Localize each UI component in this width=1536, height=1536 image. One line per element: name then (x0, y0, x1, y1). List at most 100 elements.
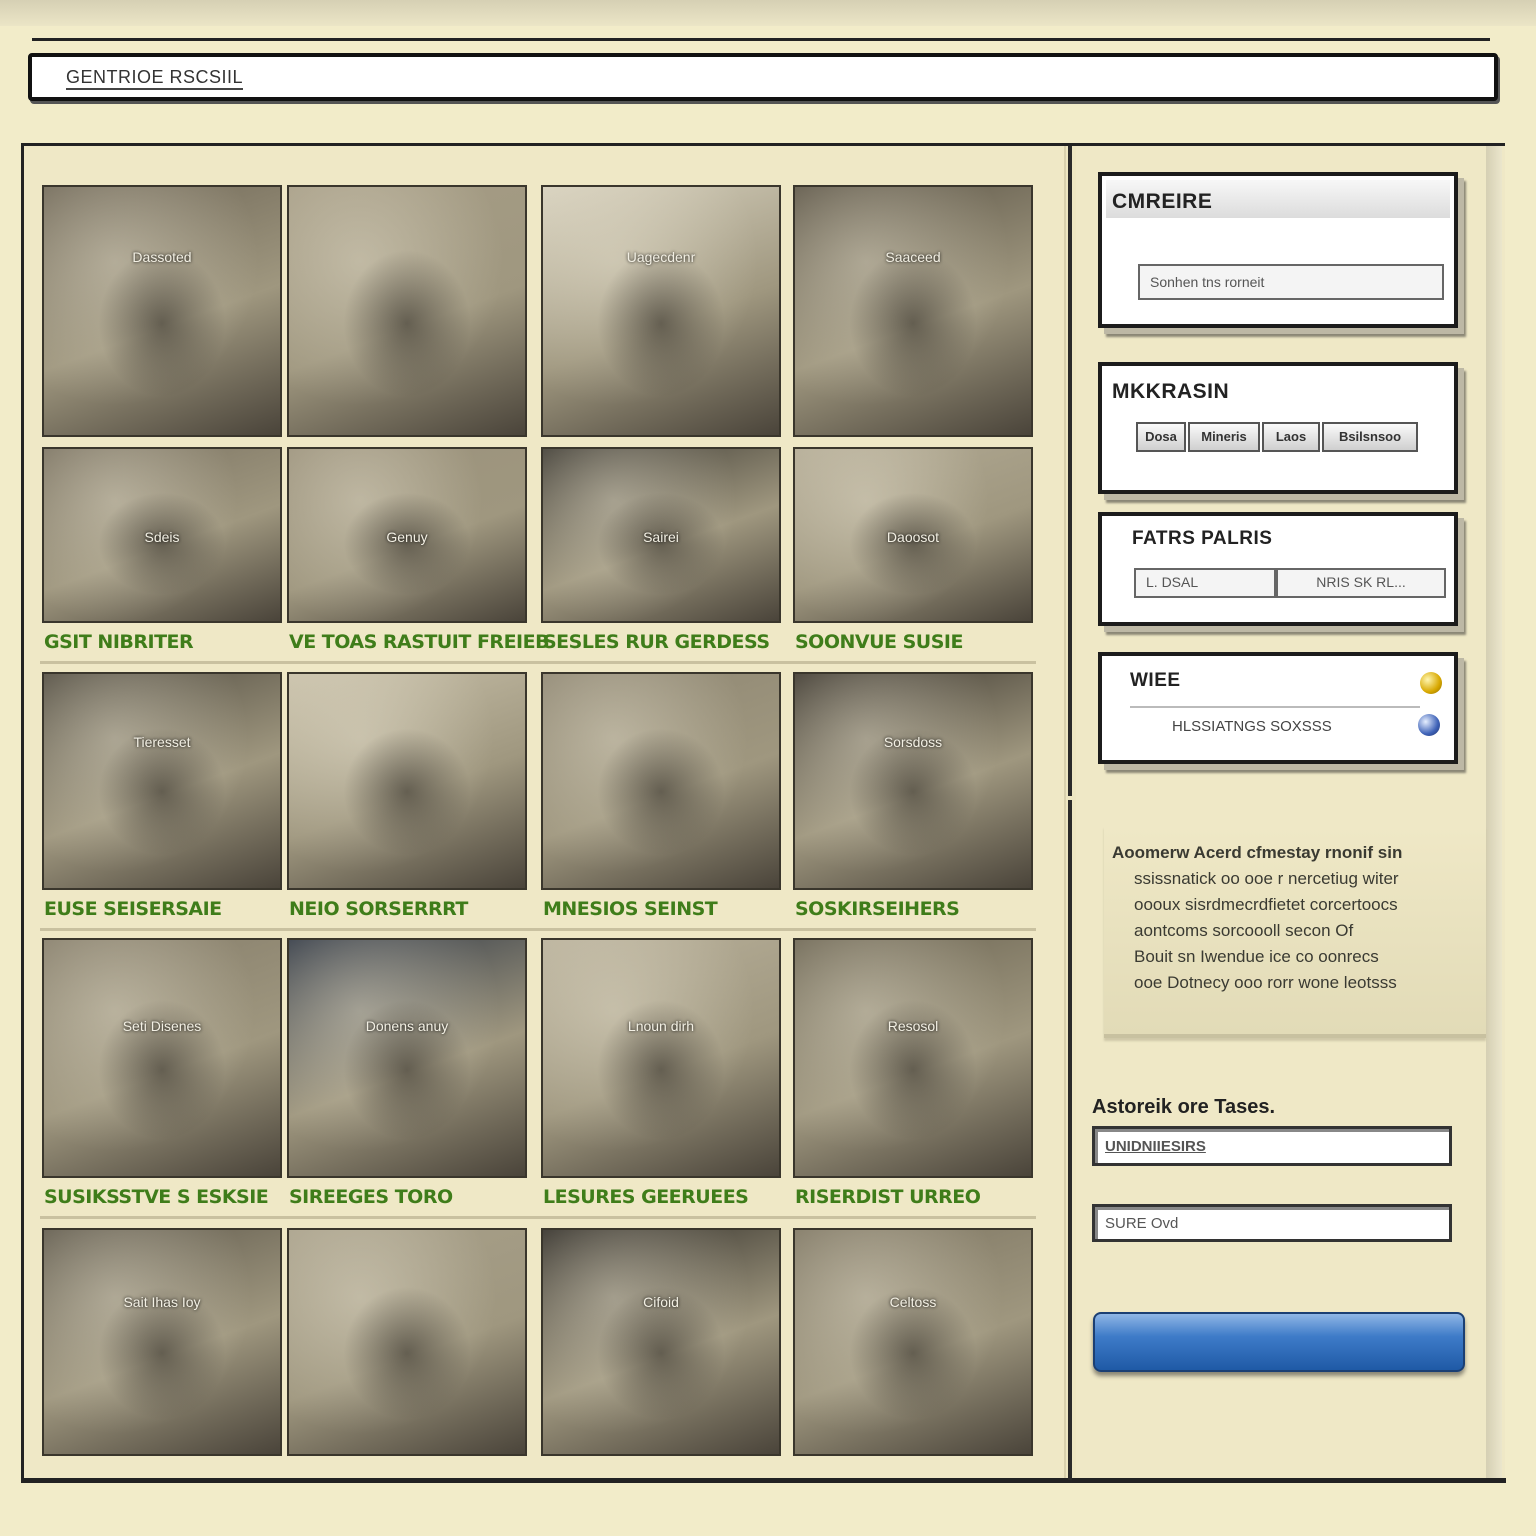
gallery-photo-tile[interactable]: Sorsdoss (793, 672, 1033, 890)
gallery-photo-tile[interactable] (287, 1228, 527, 1456)
gallery-item-title[interactable]: VE TOAS RASTUIT FREIEB (289, 631, 550, 653)
panel3-option-2[interactable]: NRIS SK RL... (1276, 568, 1446, 598)
photo-caption: Seti Disenes (122, 1018, 202, 1034)
vintage-photo (543, 187, 779, 435)
gallery-item-title[interactable]: NEIO SORSERRRT (289, 898, 539, 920)
gallery-item-title[interactable]: SIREEGES TORO (289, 1186, 539, 1208)
info-note: Aoomerw Acerd cfmestay rnonif sin ssissn… (1104, 826, 1486, 1038)
column-divider-line-lower (1068, 800, 1072, 1480)
gallery-photo-tile[interactable]: Sdeis (42, 447, 282, 623)
photo-caption: Dassoted (132, 249, 192, 265)
gallery-item-title[interactable]: MNESIOS SEINST (543, 898, 793, 920)
segment-button-2[interactable]: Mineris (1188, 422, 1260, 452)
column-divider-line (1068, 146, 1072, 796)
photo-caption: Celtoss (889, 1294, 937, 1310)
gallery-item-title[interactable]: GSIT NIBRITER (44, 631, 294, 653)
info-note-text: Aoomerw Acerd cfmestay rnonif sin ssissn… (1112, 840, 1482, 996)
segment-button-1[interactable]: Dosa (1136, 422, 1186, 452)
photo-caption: Sait Ihas Ioy (123, 1294, 201, 1310)
gallery-photo-tile[interactable]: Genuy (287, 447, 527, 623)
gallery-photo-tile[interactable]: Resosol (793, 938, 1033, 1178)
gallery-photo-tile[interactable] (287, 185, 527, 437)
vintage-photo (795, 674, 1031, 888)
form-input-1-value: UNIDNIIESIRS (1105, 1138, 1206, 1155)
submit-button[interactable] (1093, 1312, 1465, 1372)
note-line: ooe Dotnecy ooo rorr wone leotsss (1134, 973, 1397, 992)
vintage-photo (44, 187, 280, 435)
gallery-photo-tile[interactable] (287, 672, 527, 890)
gallery-row-separator (40, 1216, 1036, 1219)
gallery-photo-tile[interactable]: Cifoid (541, 1228, 781, 1456)
gallery-photo-tile[interactable]: Daoosot (793, 447, 1033, 623)
note-line: aontcoms sorcoooll secon Of (1134, 921, 1354, 940)
globe-icon[interactable] (1418, 714, 1440, 736)
photo-caption: Cifoid (643, 1294, 679, 1310)
panel-wiee: WIEE HLSSIATNGS SOXSSS (1098, 652, 1458, 764)
address-text: GENTRIOE RSCSIIL (66, 67, 244, 90)
vintage-photo (543, 1230, 779, 1454)
panel-cmreire: CMREIRE Sonhen tns rorneit (1098, 172, 1458, 328)
form-input-2[interactable]: SURE Ovd (1092, 1204, 1452, 1242)
form-input-2-value: SURE Ovd (1105, 1215, 1179, 1232)
vintage-photo (289, 1230, 525, 1454)
gallery-photo-tile[interactable]: Uagecdenr (541, 185, 781, 437)
panel-title: WIEE (1130, 670, 1181, 691)
vintage-photo (289, 940, 525, 1176)
status-yellow-icon[interactable] (1420, 672, 1442, 694)
panel3-option-1[interactable]: L. DSAL (1134, 568, 1276, 598)
gallery-item-title[interactable]: SESLES RUR GERDESS (543, 631, 793, 653)
panel4-subtext: HLSSIATNGS SOXSSS (1172, 718, 1332, 735)
gallery-row-separator (40, 928, 1036, 931)
panel4-rule (1130, 706, 1420, 708)
segment-button-4[interactable]: Bsilsnsoo (1322, 422, 1418, 452)
photo-caption: Daoosot (886, 529, 940, 545)
note-line: Bouit sn Iwendue ice co oonrecs (1134, 947, 1379, 966)
segment-button-3[interactable]: Laos (1262, 422, 1320, 452)
photo-caption: Tieresset (133, 734, 191, 750)
panel-title: MKKRASIN (1112, 380, 1230, 403)
gallery-photo-tile[interactable] (541, 672, 781, 890)
photo-caption: Sorsdoss (883, 734, 943, 750)
gallery-photo-tile[interactable]: Saaceed (793, 185, 1033, 437)
vintage-photo (289, 674, 525, 888)
gallery-photo-tile[interactable]: Donens anuy (287, 938, 527, 1178)
gallery-photo-tile[interactable]: Tieresset (42, 672, 282, 890)
photo-caption: Sairei (643, 529, 679, 545)
note-line: oooux sisrdmecrdfietet corcertoocs (1134, 895, 1398, 914)
gallery-photo-tile[interactable]: Seti Disenes (42, 938, 282, 1178)
gallery-photo-tile[interactable]: Celtoss (793, 1228, 1033, 1456)
photo-caption: Sdeis (144, 529, 180, 545)
photo-caption: Resosol (887, 1018, 939, 1034)
form-label: Astoreik ore Tases. (1092, 1096, 1276, 1118)
gallery-photo-tile[interactable]: Lnoun dirh (541, 938, 781, 1178)
gallery-photo-tile[interactable]: Dassoted (42, 185, 282, 437)
gallery-item-title[interactable]: SOSKIRSEIHERS (795, 898, 1045, 920)
gallery-item-title[interactable]: SUSIKSSTVE S ESKSIE (44, 1186, 294, 1208)
photo-caption: Lnoun dirh (627, 1018, 695, 1034)
vintage-photo (795, 1230, 1031, 1454)
vintage-photo (44, 940, 280, 1176)
photo-caption: Genuy (386, 529, 428, 545)
panel-title: CMREIRE (1112, 190, 1213, 213)
gallery-item-title[interactable]: LESURES GEERUEES (543, 1186, 793, 1208)
photo-caption: Uagecdenr (626, 249, 696, 265)
photo-caption: Donens anuy (365, 1018, 449, 1034)
sidebar-edge (1486, 146, 1502, 1478)
gallery-item-title[interactable]: EUSE SEISERSAIE (44, 898, 294, 920)
note-line: ssissnatick oo ooe r nercetiug witer (1134, 869, 1399, 888)
vintage-photo (289, 187, 525, 435)
form-input-1[interactable]: UNIDNIIESIRS (1092, 1126, 1452, 1166)
top-divider (32, 38, 1490, 41)
vintage-photo (44, 1230, 280, 1454)
window-top-strip (0, 0, 1536, 26)
gallery-item-title[interactable]: RISERDIST URREO (795, 1186, 1045, 1208)
gallery-photo-tile[interactable]: Sairei (541, 447, 781, 623)
content-frame-bottom (21, 1478, 1506, 1483)
vintage-photo (543, 940, 779, 1176)
gallery-item-title[interactable]: SOONVUE SUSIE (795, 631, 1045, 653)
panel-search-field[interactable]: Sonhen tns rorneit (1138, 264, 1444, 300)
address-bar[interactable]: GENTRIOE RSCSIIL (28, 53, 1498, 101)
vintage-photo (795, 187, 1031, 435)
gallery-photo-tile[interactable]: Sait Ihas Ioy (42, 1228, 282, 1456)
panel-title: FATRS PALRIS (1132, 528, 1273, 549)
